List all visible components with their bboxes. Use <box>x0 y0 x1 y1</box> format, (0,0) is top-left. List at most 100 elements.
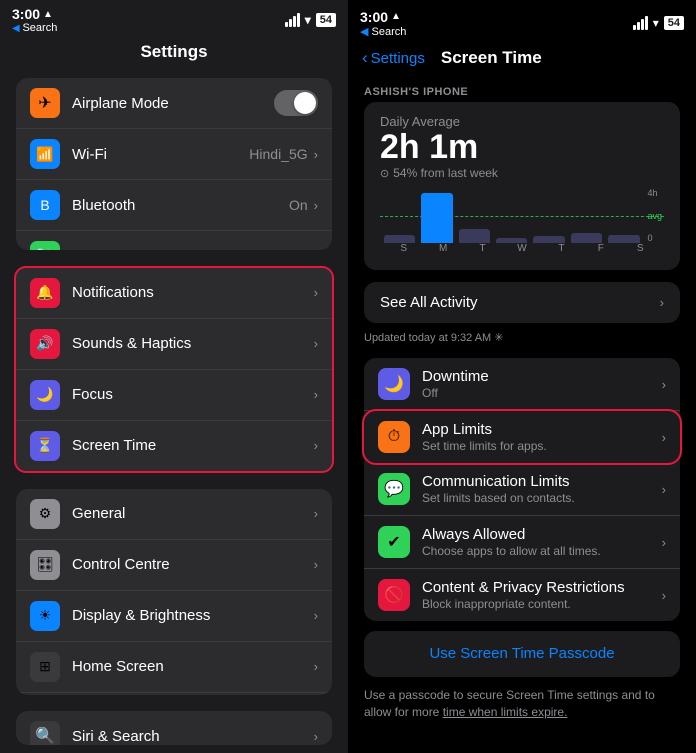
signal-bar-r4 <box>645 16 648 30</box>
screentime-label: Screen Time <box>72 437 314 454</box>
passcode-desc-link[interactable]: time when limits expire. <box>443 705 568 719</box>
back-button[interactable]: ‹ Settings <box>362 48 425 68</box>
control-chevron: › <box>314 557 318 572</box>
daily-avg-card: Daily Average 2h 1m ⊙ 54% from last week <box>364 102 680 270</box>
airplane-icon: ✈ <box>30 88 60 118</box>
back-label: Settings <box>371 50 425 67</box>
left-page-title: Settings <box>0 38 348 70</box>
left-status-bar: 3:00 ▲ Search ▾ 54 <box>0 0 348 38</box>
wifi-chevron: › <box>314 147 318 162</box>
sounds-chevron: › <box>314 336 318 351</box>
home-item[interactable]: ⊞ Home Screen › <box>16 642 332 693</box>
always-allowed-subtitle: Choose apps to allow at all times. <box>422 544 662 558</box>
wifi-settings-icon: 📶 <box>30 139 60 169</box>
signal-bars-left <box>285 13 300 27</box>
siri-item[interactable]: 🔍 Siri & Search › <box>16 711 332 745</box>
updated-text: Updated today at 9:32 AM ✳ <box>348 331 696 352</box>
chart-bars <box>380 188 643 243</box>
always-allowed-chevron: › <box>662 535 666 550</box>
downtime-content: Downtime Off <box>422 368 662 400</box>
notifications-section: 🔔 Notifications › 🔊 Sounds & Haptics › 🌙… <box>14 266 334 473</box>
app-limits-item[interactable]: ⏱ App Limits Set time limits for apps. › <box>364 411 680 463</box>
chart-label-s1: S <box>384 243 423 254</box>
notifications-label: Notifications <box>72 284 314 301</box>
y-label-0: 0 <box>647 233 662 243</box>
accessibility-item[interactable]: ♿ Accessibility › <box>16 693 332 695</box>
siri-label: Siri & Search <box>72 728 314 745</box>
bluetooth-value: On <box>289 197 308 213</box>
mobile-icon: 📡 <box>30 241 60 250</box>
screentime-icon: ⏳ <box>30 431 60 461</box>
always-allowed-title: Always Allowed <box>422 526 662 543</box>
mobile-data-item[interactable]: 📡 Mobile Data › <box>16 231 332 250</box>
wifi-value: Hindi_5G <box>249 146 307 162</box>
chart-bar-t2 <box>533 188 564 243</box>
signal-bar-r2 <box>637 22 640 30</box>
siri-icon: 🔍 <box>30 721 60 745</box>
screentime-item[interactable]: ⏳ Screen Time › <box>16 421 332 471</box>
bluetooth-icon: B <box>30 190 60 220</box>
wifi-item[interactable]: 📶 Wi-Fi Hindi_5G › <box>16 129 332 180</box>
comm-limits-subtitle: Set limits based on contacts. <box>422 491 662 505</box>
app-limits-highlight: ⏱ App Limits Set time limits for apps. › <box>364 411 680 463</box>
display-item[interactable]: ☀ Display & Brightness › <box>16 591 332 642</box>
bar-s <box>384 235 415 243</box>
notifications-icon: 🔔 <box>30 278 60 308</box>
chart-bar-m <box>421 188 452 243</box>
passcode-button[interactable]: Use Screen Time Passcode <box>364 631 680 677</box>
see-all-chevron: › <box>660 295 664 310</box>
control-item[interactable]: 🎛 Control Centre › <box>16 540 332 591</box>
chart-labels: S M T W T F S <box>380 243 664 254</box>
chart-label-w: W <box>502 243 541 254</box>
see-all-label: See All Activity <box>380 294 478 311</box>
airplane-toggle[interactable] <box>274 90 318 116</box>
connectivity-section: ✈ Airplane Mode 📶 Wi-Fi Hindi_5G › B Blu… <box>16 78 332 250</box>
left-search-back[interactable]: Search <box>12 22 57 34</box>
privacy-item[interactable]: 🚫 Content & Privacy Restrictions Block i… <box>364 569 680 621</box>
wifi-icon-left: ▾ <box>305 13 311 27</box>
signal-bar-r1 <box>633 25 636 30</box>
y-label-4h: 4h <box>647 188 662 198</box>
bar-s2 <box>608 235 639 243</box>
chart-bar-s2 <box>608 188 639 243</box>
downtime-chevron: › <box>662 377 666 392</box>
screen-time-section: 🌙 Downtime Off › ⏱ App Limits Set time l… <box>364 358 680 621</box>
device-name: ASHISH'S IPHONE <box>348 76 696 102</box>
battery-right: 54 <box>664 16 684 30</box>
app-limits-title: App Limits <box>422 421 662 438</box>
airplane-mode-item[interactable]: ✈ Airplane Mode <box>16 78 332 129</box>
see-all-activity-btn[interactable]: See All Activity › <box>364 282 680 323</box>
left-status-right: ▾ 54 <box>285 13 336 27</box>
signal-bars-right <box>633 16 648 30</box>
notifications-section-wrap: 🔔 Notifications › 🔊 Sounds & Haptics › 🌙… <box>14 258 334 481</box>
comm-limits-item[interactable]: 💬 Communication Limits Set limits based … <box>364 463 680 516</box>
home-chevron: › <box>314 659 318 674</box>
chart-bar-s <box>384 188 415 243</box>
right-panel: 3:00 ▲ ◀ Search ▾ 54 ‹ Settings Screen T… <box>348 0 696 753</box>
sounds-item[interactable]: 🔊 Sounds & Haptics › <box>16 319 332 370</box>
home-icon: ⊞ <box>30 652 60 682</box>
comm-limits-title: Communication Limits <box>422 473 662 490</box>
focus-item[interactable]: 🌙 Focus › <box>16 370 332 421</box>
daily-avg-change: ⊙ 54% from last week <box>380 166 664 180</box>
app-limits-chevron: › <box>662 430 666 445</box>
comm-limits-icon: 💬 <box>378 473 410 505</box>
downtime-icon: 🌙 <box>378 368 410 400</box>
daily-avg-time: 2h 1m <box>380 129 664 166</box>
left-status-left: 3:00 ▲ Search <box>12 6 57 34</box>
privacy-subtitle: Block inappropriate content. <box>422 597 662 611</box>
focus-icon: 🌙 <box>30 380 60 410</box>
notifications-item[interactable]: 🔔 Notifications › <box>16 268 332 319</box>
downtime-item[interactable]: 🌙 Downtime Off › <box>364 358 680 411</box>
location-icon-right: ▲ <box>391 11 401 22</box>
bluetooth-item[interactable]: B Bluetooth On › <box>16 180 332 231</box>
chart-label-f: F <box>581 243 620 254</box>
general-item[interactable]: ⚙ General › <box>16 489 332 540</box>
app-limits-subtitle: Set time limits for apps. <box>422 439 662 453</box>
passcode-btn-label: Use Screen Time Passcode <box>429 645 614 662</box>
chart-label-t2: T <box>542 243 581 254</box>
right-search-back[interactable]: ◀ Search <box>360 25 406 38</box>
comm-limits-content: Communication Limits Set limits based on… <box>422 473 662 505</box>
always-allowed-item[interactable]: ✔ Always Allowed Choose apps to allow at… <box>364 516 680 569</box>
chart-bar-t1 <box>459 188 490 243</box>
